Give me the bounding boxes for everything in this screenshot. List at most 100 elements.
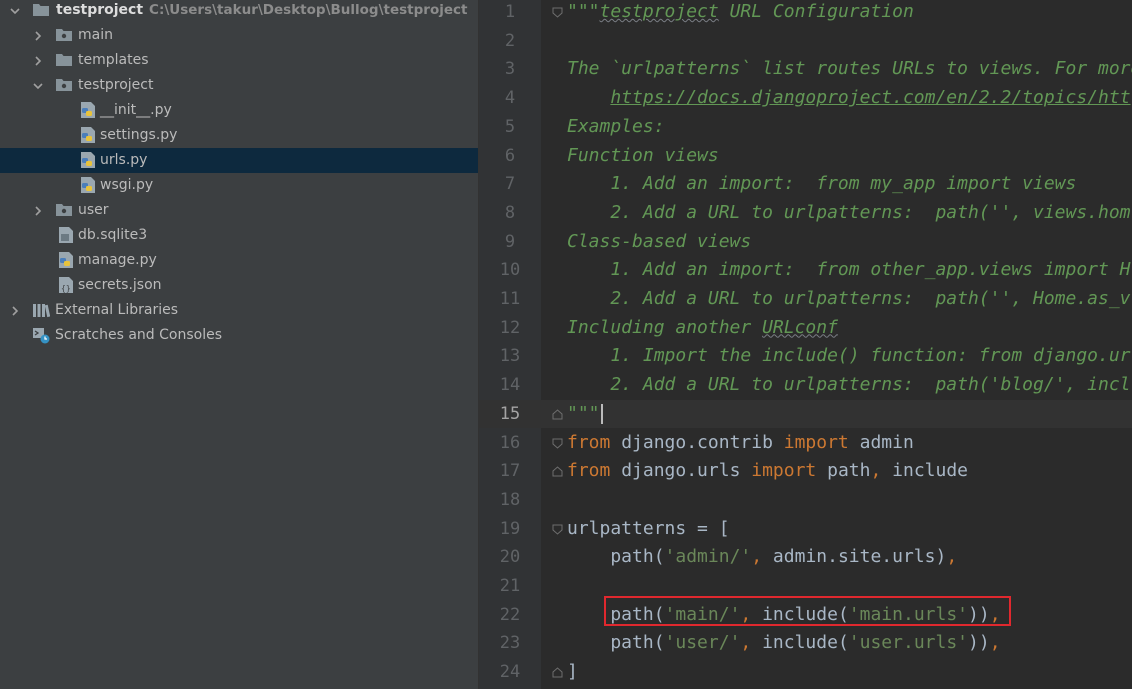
code-line-2[interactable]: 2 [479,27,1132,56]
code-line-12[interactable]: 12 Including another URLconf [479,314,1132,343]
string-token: 'user.urls' [848,632,969,654]
fold-marker-icon[interactable] [552,7,563,18]
code-line-21[interactable]: 21 [479,572,1132,601]
line-number: 20 [499,547,521,568]
code-line-24[interactable]: 24 ] [479,658,1132,687]
tree-item-user[interactable]: user [0,198,478,223]
tree-item-scratches-and-consoles[interactable]: Scratches and Consoles [0,323,478,348]
tree-item-testproject[interactable]: testproject [0,73,478,98]
code-line-11[interactable]: 11 2. Add a URL to urlpatterns: path('',… [479,285,1132,314]
tree-item-templates[interactable]: templates [0,48,478,73]
code-line-10[interactable]: 10 1. Add an import: from other_app.view… [479,256,1132,285]
code-token: include( [751,632,849,654]
code-line-19[interactable]: 19 urlpatterns = [ [479,515,1132,544]
fold-end-marker-icon[interactable] [552,466,563,477]
code-token: )) [968,603,990,625]
line-number: 11 [499,289,521,309]
root-folder-path: C:\Users\takur\Desktop\Bullog\testprojec… [149,2,468,18]
line-number: 4 [504,88,516,109]
tree-item-label: user [78,202,109,218]
tree-item-urls-py[interactable]: urls.py [0,148,478,173]
code-line-16[interactable]: 16 from django.contrib import admin [479,429,1132,458]
code-line-7[interactable]: 7 1. Add an import: from my_app import v… [479,170,1132,199]
line-number: 21 [499,576,521,596]
tree-item-db-sqlite3[interactable]: db.sqlite3 [0,223,478,248]
tree-item-secrets-json[interactable]: {} secrets.json [0,273,478,298]
tree-item-external-libraries[interactable]: External Libraries [0,298,478,323]
keyword-token: from [567,460,611,482]
code-line-4[interactable]: 4 https://docs.djangoproject.com/en/2.2/… [479,84,1132,113]
code-line-9[interactable]: 9 Class-based views [479,228,1132,257]
string-token: 'main.urls' [848,603,969,625]
tree-item-label: secrets.json [78,277,162,293]
punctuation-token: , [870,460,882,482]
fold-end-marker-icon[interactable] [552,667,563,678]
python-file-icon [79,176,97,194]
code-line-8[interactable]: 8 2. Add a URL to urlpatterns: path('', … [479,199,1132,228]
line-number: 10 [499,260,521,281]
chevron-right-icon[interactable] [32,30,44,42]
docstring-text: Function views [567,144,719,166]
line-number: 1 [504,2,516,22]
tree-item-label: testproject [78,77,154,93]
tree-root-testproject[interactable]: testproject C:\Users\takur\Desktop\Bullog… [0,0,478,23]
line-number: 22 [499,604,521,625]
code-token: path( [567,632,665,654]
code-line-22[interactable]: 22 path('main/', include('main.urls')), [479,601,1132,630]
python-file-icon [79,126,97,144]
keyword-token: from [567,431,611,453]
code-editor[interactable]: 1 """testproject URL Configuration 2 3 T… [479,0,1132,689]
line-number: 17 [499,461,521,482]
docstring-text: 2. Add a URL to urlpatterns: path('', vi… [567,201,1131,223]
code-line-5[interactable]: 5 Examples: [479,113,1132,142]
code-token: django.urls [610,460,752,482]
code-line-20[interactable]: 20 path('admin/', admin.site.urls), [479,543,1132,572]
tree-item-manage-py[interactable]: manage.py [0,248,478,273]
package-folder-icon [55,26,73,44]
chevron-right-icon[interactable] [32,205,44,217]
chevron-down-icon[interactable] [9,5,21,17]
project-tool-window: testproject C:\Users\takur\Desktop\Bullog… [0,0,479,689]
svg-text:{}: {} [61,284,71,293]
docstring-text: Examples: [567,115,665,137]
punctuation-token: , [740,632,752,654]
line-number: 6 [504,145,516,166]
chevron-down-icon[interactable] [32,80,44,92]
line-number: 13 [499,346,521,367]
keyword-token: import [783,431,849,453]
punctuation-token: , [740,603,752,625]
code-token: urlpatterns = [ [567,517,730,539]
code-token: path( [567,603,665,625]
tree-item-settings-py[interactable]: settings.py [0,123,478,148]
tree-item-label: main [78,27,113,43]
chevron-right-icon[interactable] [32,55,44,67]
line-number: 3 [504,59,516,80]
chevron-right-icon[interactable] [9,305,21,317]
tree-item-wsgi-py[interactable]: wsgi.py [0,173,478,198]
tree-item-main[interactable]: main [0,23,478,48]
code-line-3[interactable]: 3 The `urlpatterns` list routes URLs to … [479,55,1132,84]
code-line-23[interactable]: 23 path('user/', include('user.urls')), [479,629,1132,658]
fold-end-marker-icon[interactable] [552,409,563,420]
tree-item-label: templates [78,52,149,68]
code-token: path( [567,546,665,568]
docstring-link[interactable]: https://docs.djangoproject.com/en/2.2/to… [610,87,1130,108]
code-line-6[interactable]: 6 Function views [479,142,1132,171]
tree-item-init-py[interactable]: __init__.py [0,98,478,123]
code-line-1[interactable]: 1 """testproject URL Configuration [479,0,1132,27]
docstring-text: 1. Import the include() function: from d… [567,345,1131,367]
tree-item-label: __init__.py [100,102,172,118]
tree-item-label: wsgi.py [100,177,154,193]
python-file-icon [57,251,75,269]
code-line-17[interactable]: 17 from django.urls import path, include [479,457,1132,486]
python-file-icon [79,151,97,169]
fold-marker-icon[interactable] [552,438,563,449]
code-line-14[interactable]: 14 2. Add a URL to urlpatterns: path('bl… [479,371,1132,400]
docstring-text: 1. Add an import: from my_app import vie… [567,173,1077,195]
string-token: 'user/' [664,632,741,654]
code-line-13[interactable]: 13 1. Import the include() function: fro… [479,342,1132,371]
code-line-15-current[interactable]: 15 """ [479,399,1132,429]
line-number: 15 [499,403,521,424]
code-line-18[interactable]: 18 [479,486,1132,515]
fold-marker-icon[interactable] [552,524,563,535]
